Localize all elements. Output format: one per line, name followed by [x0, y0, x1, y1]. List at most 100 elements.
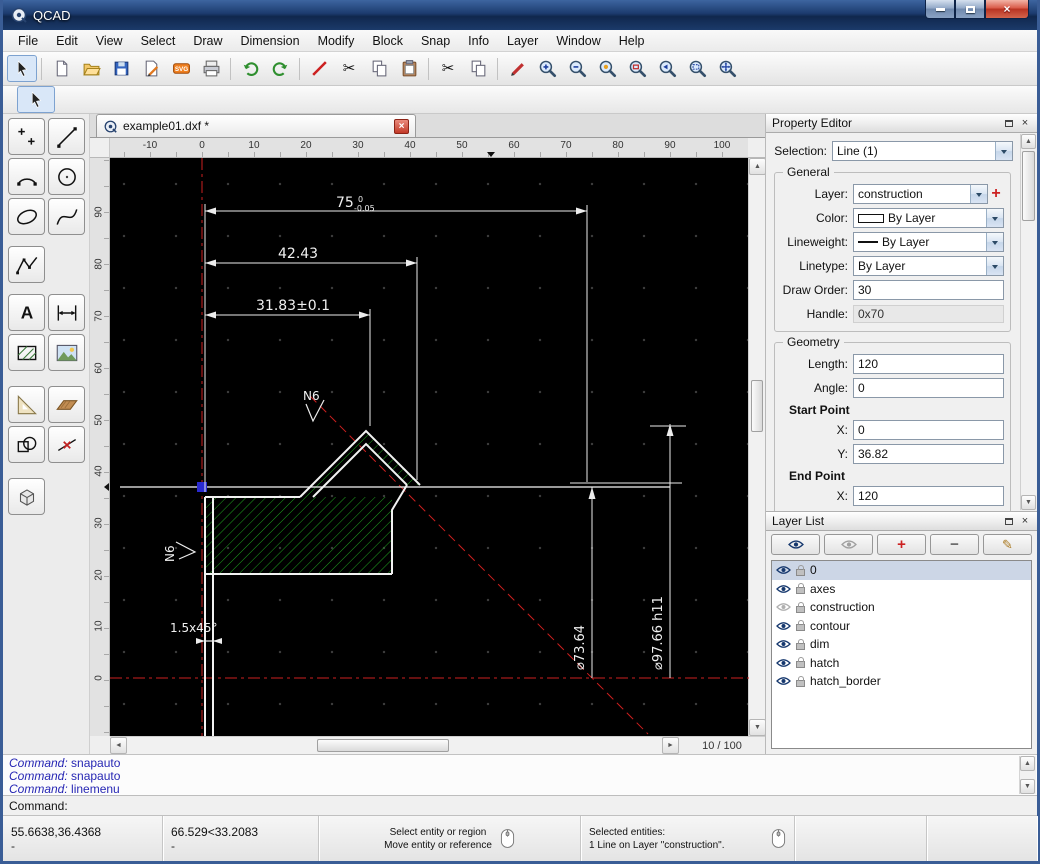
menu-help[interactable]: Help — [610, 31, 654, 51]
redo-button[interactable] — [265, 55, 295, 82]
layer-lock-icon[interactable] — [796, 624, 805, 631]
layer-list-header[interactable]: Layer List × — [766, 512, 1037, 531]
menu-window[interactable]: Window — [547, 31, 609, 51]
layer-row[interactable]: hatch_border — [772, 672, 1031, 691]
tool-line-button[interactable] — [48, 118, 85, 155]
layer-visible-icon[interactable] — [776, 565, 791, 575]
undock-panel-button[interactable] — [1001, 116, 1017, 131]
document-tab[interactable]: example01.dxf * × — [96, 114, 416, 137]
layer-visible-icon[interactable] — [776, 584, 791, 594]
layer-row[interactable]: dim — [772, 635, 1031, 654]
maximize-button[interactable] — [955, 0, 985, 19]
edit-layer-button[interactable]: ✎ — [983, 534, 1032, 555]
scroll-down-button[interactable]: ▼ — [749, 719, 766, 736]
angle-input[interactable]: 0 — [853, 378, 1004, 398]
scroll-thumb[interactable] — [317, 739, 449, 752]
zoom-selection-button[interactable] — [622, 55, 652, 82]
lineweight-combo[interactable]: By Layer — [853, 232, 1004, 252]
print-button[interactable] — [196, 55, 226, 82]
history-scrollbar[interactable]: ▲ ▼ — [1019, 756, 1036, 794]
titlebar[interactable]: QCAD × — [3, 0, 1037, 30]
layer-row[interactable]: axes — [772, 580, 1031, 599]
color-combo[interactable]: By Layer — [853, 208, 1004, 228]
layer-lock-icon[interactable] — [796, 587, 805, 594]
selection-combo[interactable]: Line (1) — [832, 141, 1013, 161]
length-input[interactable]: 120 — [853, 354, 1004, 374]
drawing-canvas[interactable]: 75 0 -0.05 42.43 31.83±0.1 1.5x45° ⌀73.6… — [110, 158, 748, 736]
scroll-right-button[interactable]: ► — [662, 737, 679, 754]
pan-button[interactable] — [712, 55, 742, 82]
zoom-window-button[interactable] — [682, 55, 712, 82]
tool-solid-button[interactable] — [48, 386, 85, 423]
minimize-button[interactable] — [925, 0, 955, 19]
vertical-scrollbar[interactable]: ▲ ▼ — [748, 158, 765, 736]
layer-row[interactable]: hatch — [772, 654, 1031, 673]
scroll-track[interactable] — [1020, 771, 1036, 779]
scroll-thumb[interactable] — [751, 380, 763, 432]
chevron-down-icon[interactable] — [986, 233, 1003, 251]
menu-layer[interactable]: Layer — [498, 31, 547, 51]
chevron-down-icon[interactable] — [986, 257, 1003, 275]
zoom-out-button[interactable] — [562, 55, 592, 82]
layer-lock-icon[interactable] — [796, 643, 805, 650]
layer-lock-icon[interactable] — [796, 661, 805, 668]
scroll-up-button[interactable]: ▲ — [1021, 134, 1036, 149]
command-line[interactable]: Command: — [3, 795, 1037, 815]
command-history[interactable]: Command: snapauto Command: snapauto Comm… — [3, 754, 1037, 795]
close-button[interactable]: × — [985, 0, 1029, 19]
tool-circle-button[interactable] — [48, 158, 85, 195]
menu-file[interactable]: File — [9, 31, 47, 51]
tool-text-button[interactable]: A — [8, 294, 45, 331]
scroll-down-button[interactable]: ▼ — [1021, 495, 1036, 510]
dimension-layer[interactable] — [205, 204, 686, 678]
selection-mode-button[interactable] — [17, 86, 55, 113]
menu-dimension[interactable]: Dimension — [232, 31, 309, 51]
scroll-down-button[interactable]: ▼ — [1020, 779, 1035, 794]
menu-view[interactable]: View — [87, 31, 132, 51]
close-panel-button[interactable]: × — [1017, 514, 1033, 529]
contour-layer[interactable] — [205, 431, 420, 736]
tool-point-button[interactable] — [8, 118, 45, 155]
scroll-track[interactable] — [127, 737, 662, 754]
layer-visible-icon[interactable] — [776, 621, 791, 631]
draw-pencil-button[interactable] — [502, 55, 532, 82]
start-x-input[interactable]: 0 — [853, 420, 1004, 440]
tool-dimension-button[interactable] — [48, 294, 85, 331]
layer-row[interactable]: 0 — [772, 561, 1031, 580]
menu-snap[interactable]: Snap — [412, 31, 459, 51]
scroll-track[interactable] — [749, 175, 765, 719]
layer-visible-icon[interactable] — [776, 658, 791, 668]
show-all-layers-button[interactable] — [771, 534, 820, 555]
tool-arc-button[interactable] — [8, 158, 45, 195]
tool-image-button[interactable] — [48, 334, 85, 371]
close-panel-button[interactable]: × — [1017, 116, 1033, 131]
layer-lock-icon[interactable] — [796, 680, 805, 687]
linetype-combo[interactable]: By Layer — [853, 256, 1004, 276]
tool-hatch-button[interactable] — [8, 334, 45, 371]
scroll-up-button[interactable]: ▲ — [749, 158, 766, 175]
remove-layer-button[interactable]: − — [930, 534, 979, 555]
document-tab-close-button[interactable]: × — [394, 119, 409, 134]
zoom-in-button[interactable] — [532, 55, 562, 82]
scroll-up-button[interactable]: ▲ — [1020, 756, 1035, 771]
layer-lock-icon[interactable] — [796, 569, 805, 576]
tool-box3d-button[interactable] — [8, 478, 45, 515]
layer-visible-icon[interactable] — [776, 676, 791, 686]
tool-ellipse-button[interactable] — [8, 198, 45, 235]
open-file-button[interactable] — [76, 55, 106, 82]
layer-row[interactable]: construction — [772, 598, 1031, 617]
start-y-input[interactable]: 36.82 — [853, 444, 1004, 464]
property-editor-header[interactable]: Property Editor × — [766, 114, 1037, 133]
end-x-input[interactable]: 120 — [853, 486, 1004, 506]
menu-info[interactable]: Info — [459, 31, 498, 51]
draw-order-input[interactable]: 30 — [853, 280, 1004, 300]
delete-button[interactable] — [304, 55, 334, 82]
menu-draw[interactable]: Draw — [184, 31, 231, 51]
menu-block[interactable]: Block — [363, 31, 412, 51]
save-button[interactable] — [106, 55, 136, 82]
tool-measure-button[interactable] — [8, 386, 45, 423]
cut-with-reference-button[interactable]: ✂ — [433, 55, 463, 82]
undock-panel-button[interactable] — [1001, 514, 1017, 529]
tool-trim-button[interactable] — [48, 426, 85, 463]
select-tool-button[interactable] — [7, 55, 37, 82]
